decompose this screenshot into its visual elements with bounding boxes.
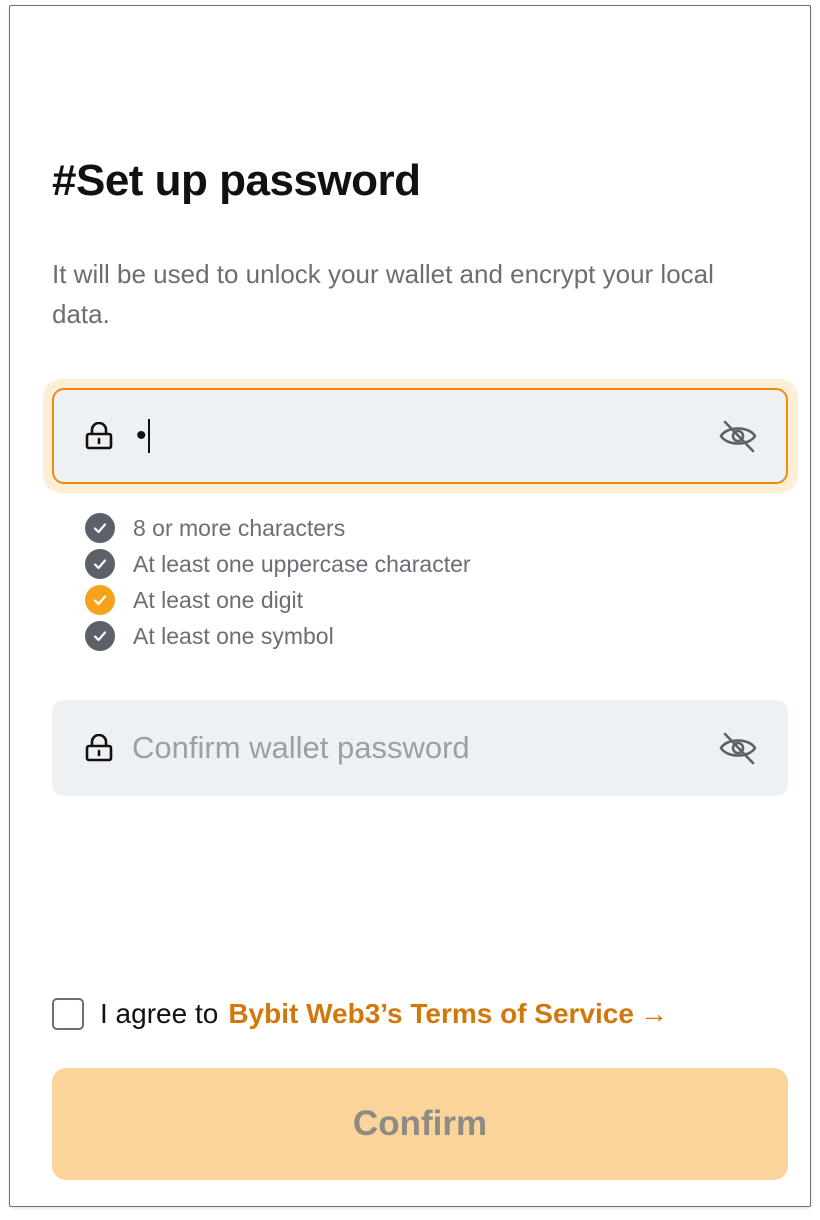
terms-of-service-link[interactable]: Bybit Web3’s Terms of Service bbox=[228, 998, 634, 1030]
password-requirements: 8 or more characters At least one upperc… bbox=[85, 510, 471, 654]
requirement-digit: At least one digit bbox=[85, 582, 471, 618]
requirement-symbol: At least one symbol bbox=[85, 618, 471, 654]
requirement-uppercase: At least one uppercase character bbox=[85, 546, 471, 582]
lock-icon bbox=[85, 734, 113, 762]
check-circle-icon bbox=[85, 621, 115, 651]
password-value: • bbox=[136, 419, 147, 452]
confirm-button[interactable]: Confirm bbox=[52, 1068, 788, 1180]
eye-off-icon[interactable] bbox=[718, 418, 758, 454]
arrow-right-icon[interactable]: → bbox=[640, 998, 668, 1030]
confirm-password-input[interactable] bbox=[132, 726, 692, 770]
confirm-password-field[interactable] bbox=[52, 700, 788, 796]
setup-password-window: #Set up password It will be used to unlo… bbox=[9, 5, 811, 1207]
agree-label: I agree to bbox=[100, 998, 219, 1029]
agree-checkbox[interactable] bbox=[52, 998, 84, 1030]
password-field[interactable]: • bbox=[52, 388, 788, 484]
requirement-label: At least one symbol bbox=[133, 622, 334, 649]
check-circle-icon bbox=[85, 585, 115, 615]
check-circle-icon bbox=[85, 549, 115, 579]
page-subtitle: It will be used to unlock your wallet an… bbox=[52, 259, 714, 329]
text-caret bbox=[148, 419, 150, 453]
requirement-label: 8 or more characters bbox=[133, 514, 346, 541]
requirement-min-length: 8 or more characters bbox=[85, 510, 471, 546]
terms-agreement: I agree to Bybit Web3’s Terms of Service… bbox=[52, 998, 668, 1030]
requirement-label: At least one digit bbox=[133, 586, 304, 613]
check-circle-icon bbox=[85, 513, 115, 543]
page-title: #Set up password bbox=[52, 156, 421, 205]
eye-off-icon[interactable] bbox=[718, 730, 758, 766]
lock-icon bbox=[85, 422, 113, 450]
requirement-label: At least one uppercase character bbox=[133, 550, 471, 577]
